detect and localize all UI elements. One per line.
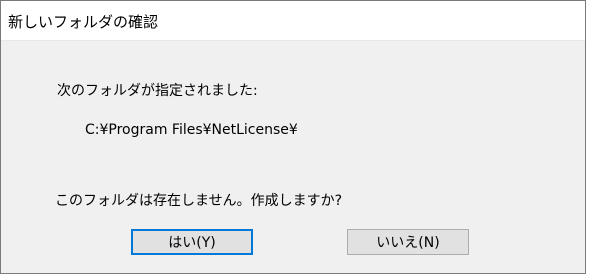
title-bar[interactable]: 新しいフォルダの確認: [1, 1, 585, 41]
no-button[interactable]: いいえ(N): [347, 229, 469, 255]
message-create-question: このフォルダは存在しません。作成しますか?: [55, 193, 343, 209]
folder-path-text: C:¥Program Files¥NetLicense¥: [85, 122, 298, 138]
dialog-title: 新しいフォルダの確認: [8, 13, 159, 31]
yes-button[interactable]: はい(Y): [131, 229, 253, 255]
confirm-folder-dialog: 新しいフォルダの確認 次のフォルダが指定されました: C:¥Program Fi…: [0, 0, 586, 274]
message-folder-specified: 次のフォルダが指定されました:: [57, 83, 258, 99]
